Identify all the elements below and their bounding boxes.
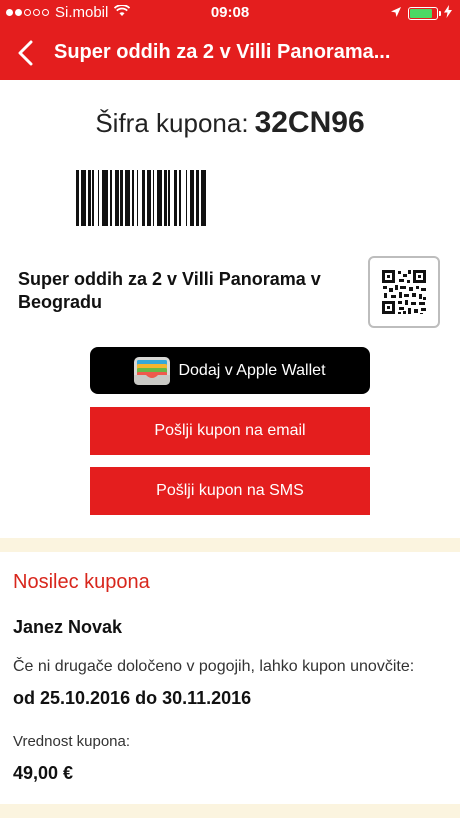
send-coupon-sms-button[interactable]: Pošlji kupon na SMS [90,467,370,515]
coupon-card: Šifra kupona: 32CN96 Super oddih za 2 v V… [0,80,460,538]
coupon-value-label: Vrednost kupona: [13,733,131,750]
page-title: Super oddih za 2 v Villi Panorama... [54,41,391,63]
qr-code-icon [382,270,426,314]
holder-name: Janez Novak [13,617,123,637]
holder-heading: Nosilec kupona [13,571,150,593]
bottom-divider [0,804,460,818]
send-coupon-email-button[interactable]: Pošlji kupon na email [90,407,370,455]
email-button-label: Pošlji kupon na email [154,422,306,439]
qr-code-button[interactable] [368,256,440,328]
location-arrow-icon [390,5,402,22]
offer-title: Super oddih za 2 v Villi Panorama v Beog… [18,269,321,312]
section-divider [0,538,460,552]
coupon-value: 49,00 € [13,763,74,783]
sms-button-label: Pošlji kupon na SMS [156,482,304,499]
validity-range: od 25.10.2016 do 30.11.2016 [13,688,252,708]
wallet-icon [134,356,171,385]
nav-bar: Super oddih za 2 v Villi Panorama... [0,26,460,80]
charging-bolt-icon [444,5,452,22]
add-to-apple-wallet-button[interactable]: Dodaj v Apple Wallet [90,347,370,394]
coupon-holder-section: Nosilec kupona Janez Novak Če ni drugače… [0,552,460,804]
wallet-button-label: Dodaj v Apple Wallet [178,361,326,379]
back-button[interactable] [10,38,40,68]
barcode-icon [76,170,206,226]
coupon-code: 32CN96 [254,106,365,139]
chevron-left-icon [18,40,33,66]
coupon-code-label: Šifra kupona: [95,108,249,138]
coupon-code-line: Šifra kupona: 32CN96 [0,106,460,140]
status-bar: Si.mobil 09:08 [0,0,460,26]
status-right-group [390,5,452,22]
validity-note: Če ni drugače določeno v pogojih, lahko … [13,658,415,675]
battery-icon [408,7,441,20]
